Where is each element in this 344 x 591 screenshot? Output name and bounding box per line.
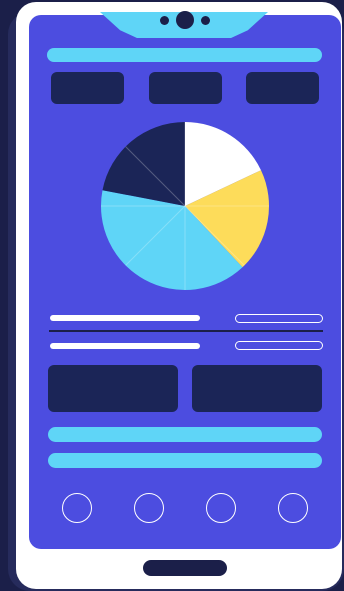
camera-icon	[176, 11, 194, 29]
tab-3[interactable]	[246, 72, 319, 104]
list-line-1	[50, 315, 200, 321]
sensor-dot-left	[160, 16, 169, 25]
nav-circle-3-icon[interactable]	[206, 493, 236, 523]
nav-circle-1-icon[interactable]	[62, 493, 92, 523]
card-left[interactable]	[48, 365, 178, 412]
nav-circle-2-icon[interactable]	[134, 493, 164, 523]
home-button[interactable]	[143, 560, 227, 576]
action-bar-1[interactable]	[48, 427, 322, 442]
list-line-2	[50, 343, 200, 349]
toggle-1[interactable]	[235, 314, 323, 323]
toggle-2[interactable]	[235, 341, 323, 350]
sensor-dot-right	[201, 16, 210, 25]
action-bar-2[interactable]	[48, 453, 322, 468]
header-bar	[47, 48, 322, 62]
pie-chart	[101, 122, 269, 290]
tab-2[interactable]	[149, 72, 222, 104]
nav-circle-4-icon[interactable]	[278, 493, 308, 523]
divider	[49, 330, 323, 332]
tab-1[interactable]	[51, 72, 124, 104]
card-right[interactable]	[192, 365, 322, 412]
